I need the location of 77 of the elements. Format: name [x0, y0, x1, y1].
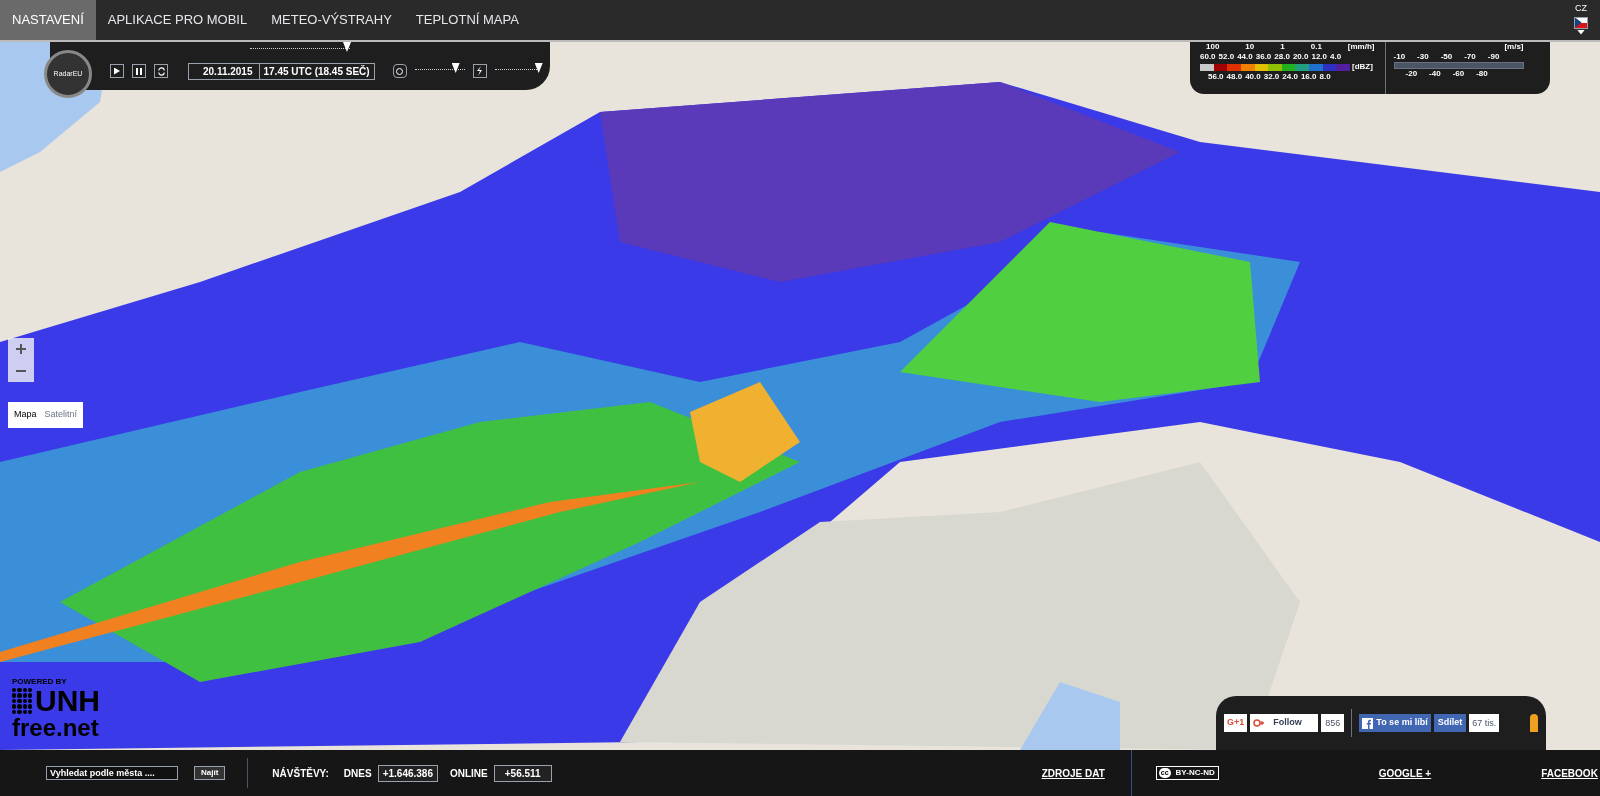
lightning-icon: [476, 66, 484, 76]
dbz-label: 24.0: [1282, 72, 1298, 82]
like-count: 67 tis.: [1469, 714, 1500, 732]
nav-tab[interactable]: METEO-VÝSTRAHY: [259, 0, 404, 40]
dbz-label: 4.0: [1330, 52, 1342, 62]
loop-icon: [156, 66, 166, 76]
dot-grid-icon: [12, 688, 32, 714]
slider-thumb[interactable]: [534, 63, 543, 73]
data-sources-link[interactable]: ZDROJE DAT: [1041, 765, 1105, 781]
speed-label: -70: [1464, 52, 1476, 62]
speed-label: -60: [1452, 69, 1465, 79]
slider-thumb[interactable]: [343, 42, 351, 52]
google-plus-link[interactable]: GOOGLE +: [1378, 765, 1432, 781]
like-button[interactable]: To se mi líbí: [1359, 714, 1431, 732]
today-count: +1.646.386: [377, 764, 438, 782]
dbz-label: 40.0: [1245, 72, 1261, 82]
rain-tick-label: 1: [1280, 42, 1285, 52]
follow-button[interactable]: Follow: [1250, 714, 1319, 732]
time-display: 17.45 UTC (18.45 SEČ): [262, 64, 371, 79]
dbz-label: 56.0: [1208, 72, 1224, 82]
brand-text: UNH: [35, 686, 100, 716]
dbz-label: 44.0: [1237, 52, 1253, 62]
dbz-label: 36.0: [1255, 52, 1272, 62]
dbz-label: 12.0: [1311, 52, 1328, 62]
plus-icon: [16, 344, 26, 354]
speed-label: -80: [1476, 69, 1488, 79]
opacity-button[interactable]: [392, 64, 407, 78]
map-type-tab[interactable]: Mapa: [14, 408, 37, 422]
loop-button[interactable]: [154, 64, 168, 78]
nav-tab[interactable]: TEPLOTNÍ MAPA: [403, 0, 531, 40]
speed-unit: [m/s]: [1504, 42, 1524, 52]
nav-tab[interactable]: APLIKACE PRO MOBIL: [95, 0, 260, 40]
dbz-unit: [dBZ]: [1352, 62, 1373, 72]
facebook-link[interactable]: FACEBOOK: [1541, 765, 1598, 781]
dbz-label: 52.0: [1218, 52, 1235, 62]
speed-label: -20: [1405, 69, 1418, 79]
minus-icon: [16, 370, 26, 372]
play-button[interactable]: [110, 64, 124, 78]
speed-label: -10: [1393, 52, 1406, 62]
pause-button[interactable]: [132, 64, 146, 78]
dbz-label: 8.0: [1319, 72, 1331, 82]
visits-label: NÁVŠTĚVY:: [272, 766, 329, 781]
dropdown-caret-icon[interactable]: [1577, 29, 1585, 35]
dbz-label: 48.0: [1226, 72, 1243, 82]
powered-by-caption: POWERED BY: [12, 678, 68, 686]
speed-label: -30: [1417, 52, 1429, 62]
dbz-label: 20.0: [1292, 52, 1309, 62]
speed-label: -90: [1487, 52, 1500, 62]
lightning-button[interactable]: [472, 64, 487, 78]
map-type-tab[interactable]: Satelitní: [44, 408, 78, 422]
google-plus-icon: [1253, 718, 1266, 728]
nav-tab[interactable]: NASTAVENÍ: [0, 0, 96, 40]
online-label: ONLINE: [449, 766, 488, 781]
dbz-label: 28.0: [1274, 52, 1290, 62]
rain-tick-label: 0.1: [1310, 42, 1322, 52]
share-button[interactable]: Sdílet: [1433, 714, 1467, 732]
speed-label: -50: [1440, 52, 1453, 62]
rain-tick-label: 100: [1206, 42, 1220, 52]
slider-thumb[interactable]: [451, 63, 460, 73]
dbz-label: 32.0: [1263, 72, 1280, 82]
dbz-label: 60.0: [1200, 52, 1216, 62]
license-text: BY-NC-ND: [1174, 767, 1216, 779]
google-plus-one-button[interactable]: G+1: [1224, 714, 1248, 732]
find-button[interactable]: Najít: [194, 766, 226, 780]
today-label: DNES: [343, 766, 372, 781]
dbz-label: 16.0: [1300, 72, 1317, 82]
search-field[interactable]: Vyhledat podle města ....: [46, 766, 178, 780]
online-count: +56.511: [493, 764, 552, 782]
follow-count: 856: [1321, 714, 1345, 732]
facebook-icon: [1362, 717, 1374, 729]
rain-tick-label: 10: [1245, 42, 1255, 52]
speed-label: -40: [1429, 69, 1441, 79]
flag-icon[interactable]: [1574, 16, 1588, 29]
language-code: CZ: [1575, 2, 1587, 15]
date-display: 20.11.2015: [189, 63, 260, 79]
rain-unit: [mm/h]: [1347, 42, 1375, 52]
site-text: free.net: [12, 716, 100, 740]
